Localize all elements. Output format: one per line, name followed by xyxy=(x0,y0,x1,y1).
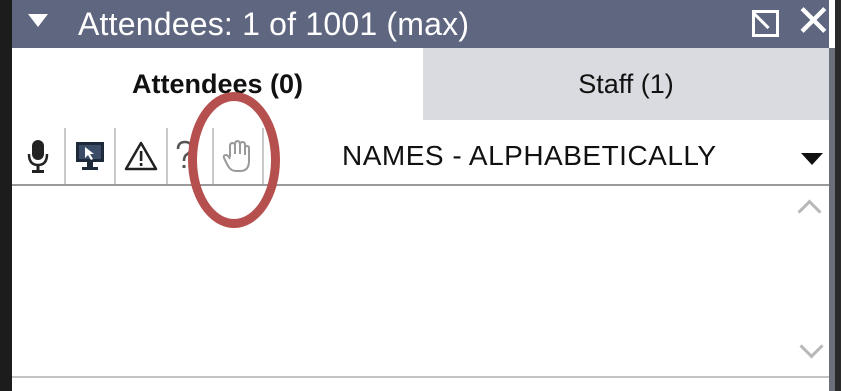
screen-share-icon[interactable] xyxy=(72,136,108,176)
toolbar-separator xyxy=(114,128,116,186)
panel-right-border xyxy=(835,0,841,391)
chevron-down-icon[interactable] xyxy=(801,153,823,165)
panel-title: Attendees: 1 of 1001 (max) xyxy=(78,6,470,42)
panel-footer xyxy=(12,378,829,391)
warning-icon[interactable] xyxy=(122,136,160,176)
close-icon[interactable]: ✕ xyxy=(795,0,832,46)
sort-dropdown-label[interactable]: NAMES - ALPHABETICALLY xyxy=(342,136,717,176)
microphone-icon[interactable] xyxy=(24,136,52,176)
panel-left-border xyxy=(0,0,12,391)
annotation-highlight-ring xyxy=(188,92,280,228)
toolbar-separator xyxy=(166,128,168,186)
attendees-panel: Attendees: 1 of 1001 (max) ✕ Attendees (… xyxy=(0,0,841,391)
tab-staff[interactable]: Staff (1) xyxy=(423,48,829,120)
panel-titlebar: Attendees: 1 of 1001 (max) ✕ xyxy=(12,0,832,48)
toolbar-separator xyxy=(64,128,66,186)
attendee-list[interactable] xyxy=(12,186,829,376)
panel-right-inner-border xyxy=(829,48,835,391)
collapse-triangle-icon[interactable] xyxy=(28,14,48,27)
popout-icon[interactable] xyxy=(752,10,779,37)
